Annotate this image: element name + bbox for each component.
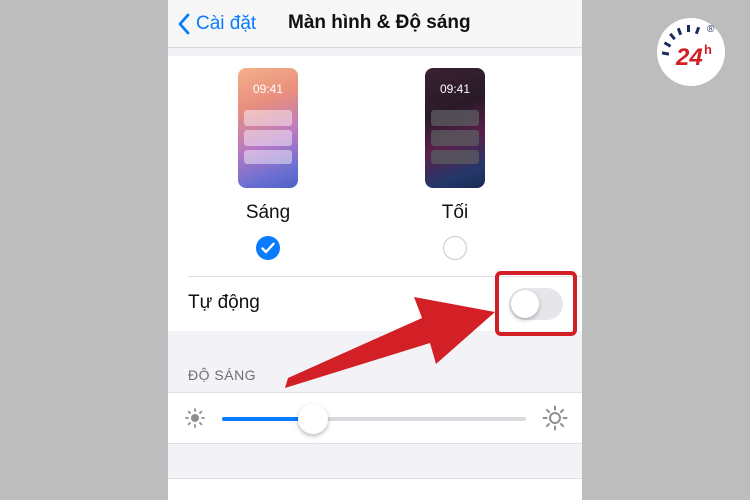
brand-logo: 24 h ®: [657, 18, 725, 86]
logo-text: 24: [676, 44, 703, 71]
logo-superscript: h: [704, 42, 712, 57]
annotation-arrow-icon: [285, 297, 495, 388]
logo-registered-mark: ®: [707, 24, 715, 35]
